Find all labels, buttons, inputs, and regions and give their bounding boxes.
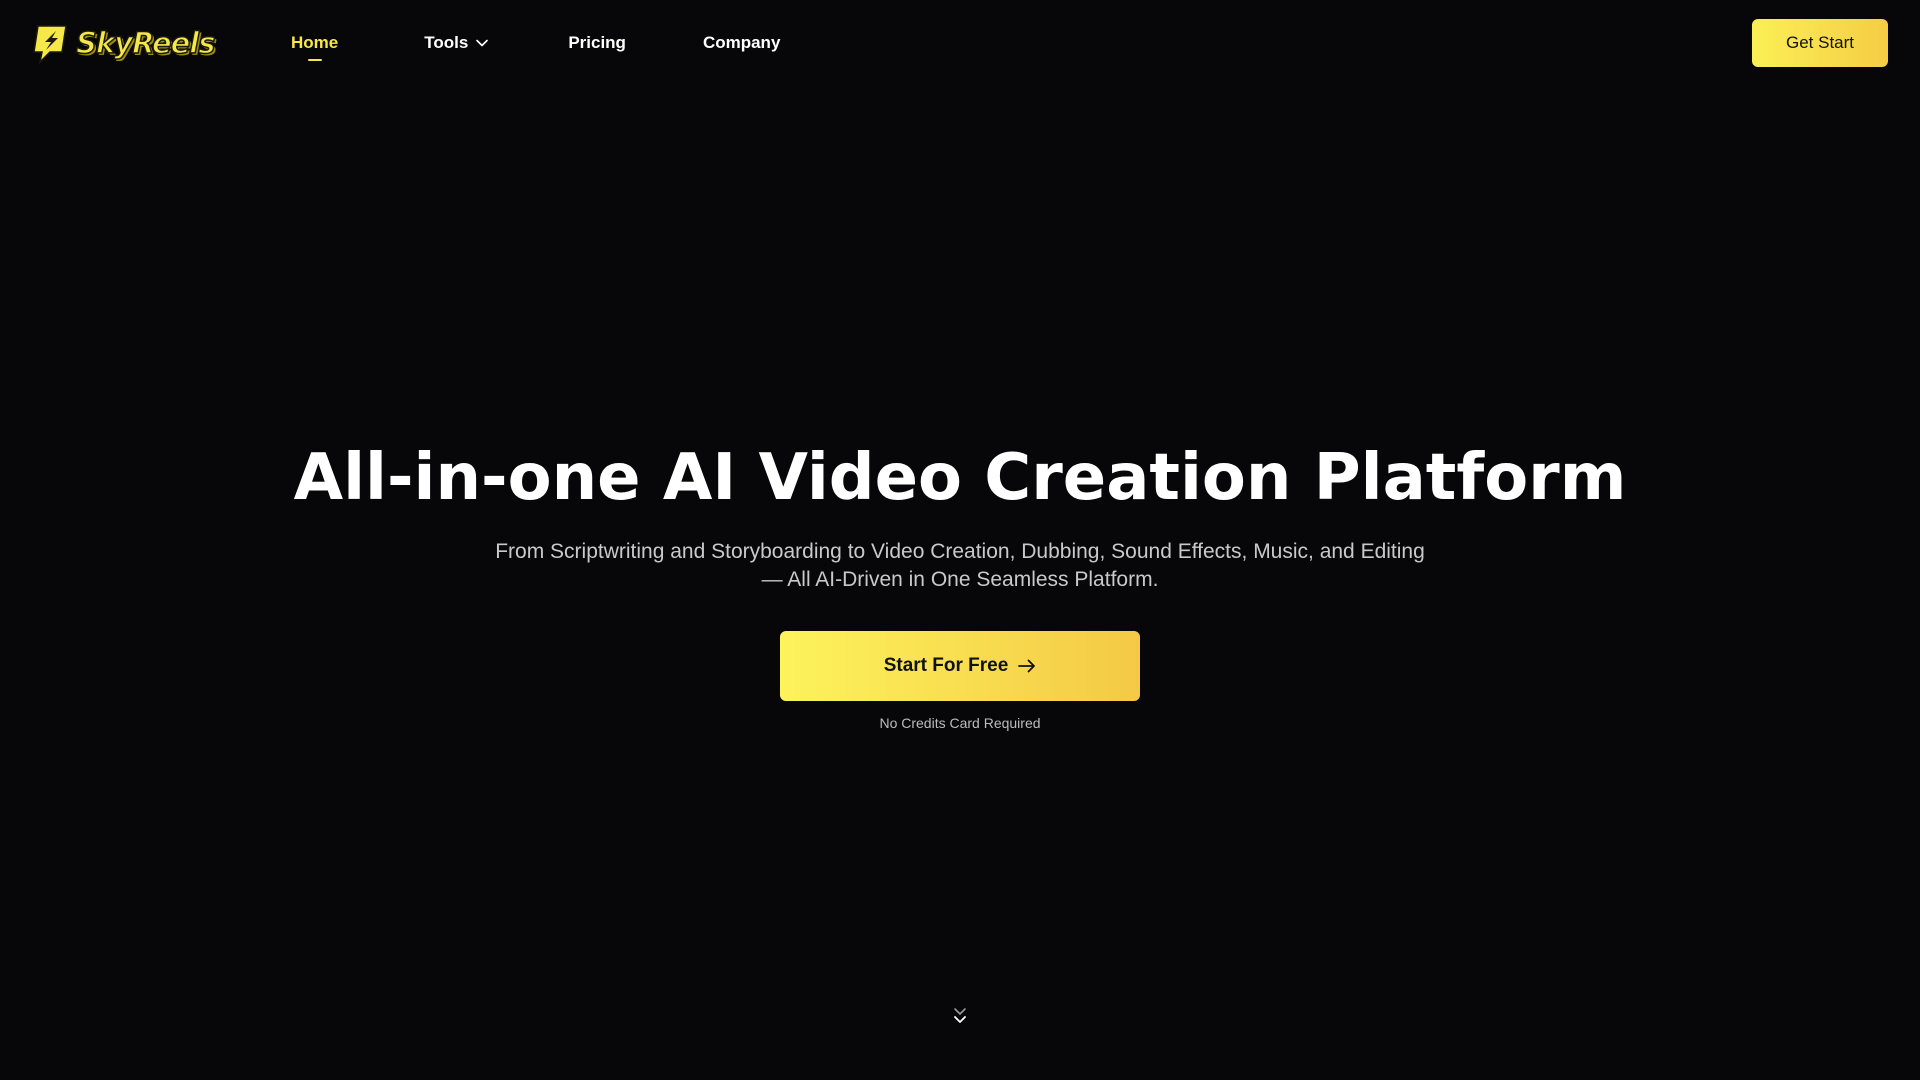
- hero-subtitle-line-1: From Scriptwriting and Storyboarding to …: [495, 540, 1425, 563]
- nav-home-label: Home: [291, 33, 339, 52]
- get-start-button[interactable]: Get Start: [1752, 19, 1888, 67]
- nav-pricing-label: Pricing: [568, 33, 626, 52]
- arrow-right-icon: [1018, 659, 1036, 673]
- start-for-free-button[interactable]: Start For Free: [780, 631, 1140, 701]
- lightning-logo-icon: [33, 25, 67, 64]
- no-credit-card-note: No Credits Card Required: [879, 715, 1041, 731]
- nav-tools[interactable]: Tools: [424, 33, 489, 53]
- hero-title: All-in-one AI Video Creation Platform: [293, 441, 1627, 515]
- nav-home[interactable]: Home: [291, 33, 339, 61]
- double-chevron-down-icon[interactable]: [950, 1006, 970, 1028]
- start-for-free-label: Start For Free: [883, 655, 1009, 676]
- nav-company[interactable]: Company: [703, 33, 780, 53]
- landing-page: SkyReels Home Tools Pricing Company Get …: [0, 0, 1920, 1080]
- active-indicator: [307, 59, 322, 61]
- chevron-down-icon: [476, 39, 489, 47]
- hero-subtitle: From Scriptwriting and Storyboarding to …: [460, 538, 1460, 594]
- main-nav: Home Tools Pricing Company: [291, 26, 780, 61]
- nav-pricing[interactable]: Pricing: [568, 33, 626, 53]
- nav-company-label: Company: [702, 33, 781, 52]
- hero-subtitle-line-2: — All AI-Driven in One Seamless Platform…: [761, 568, 1159, 591]
- brand-name: SkyReels: [75, 25, 216, 61]
- nav-tools-label: Tools: [424, 33, 469, 52]
- brand-logo[interactable]: SkyReels: [30, 22, 216, 64]
- top-header: SkyReels Home Tools Pricing Company Get …: [0, 0, 1920, 86]
